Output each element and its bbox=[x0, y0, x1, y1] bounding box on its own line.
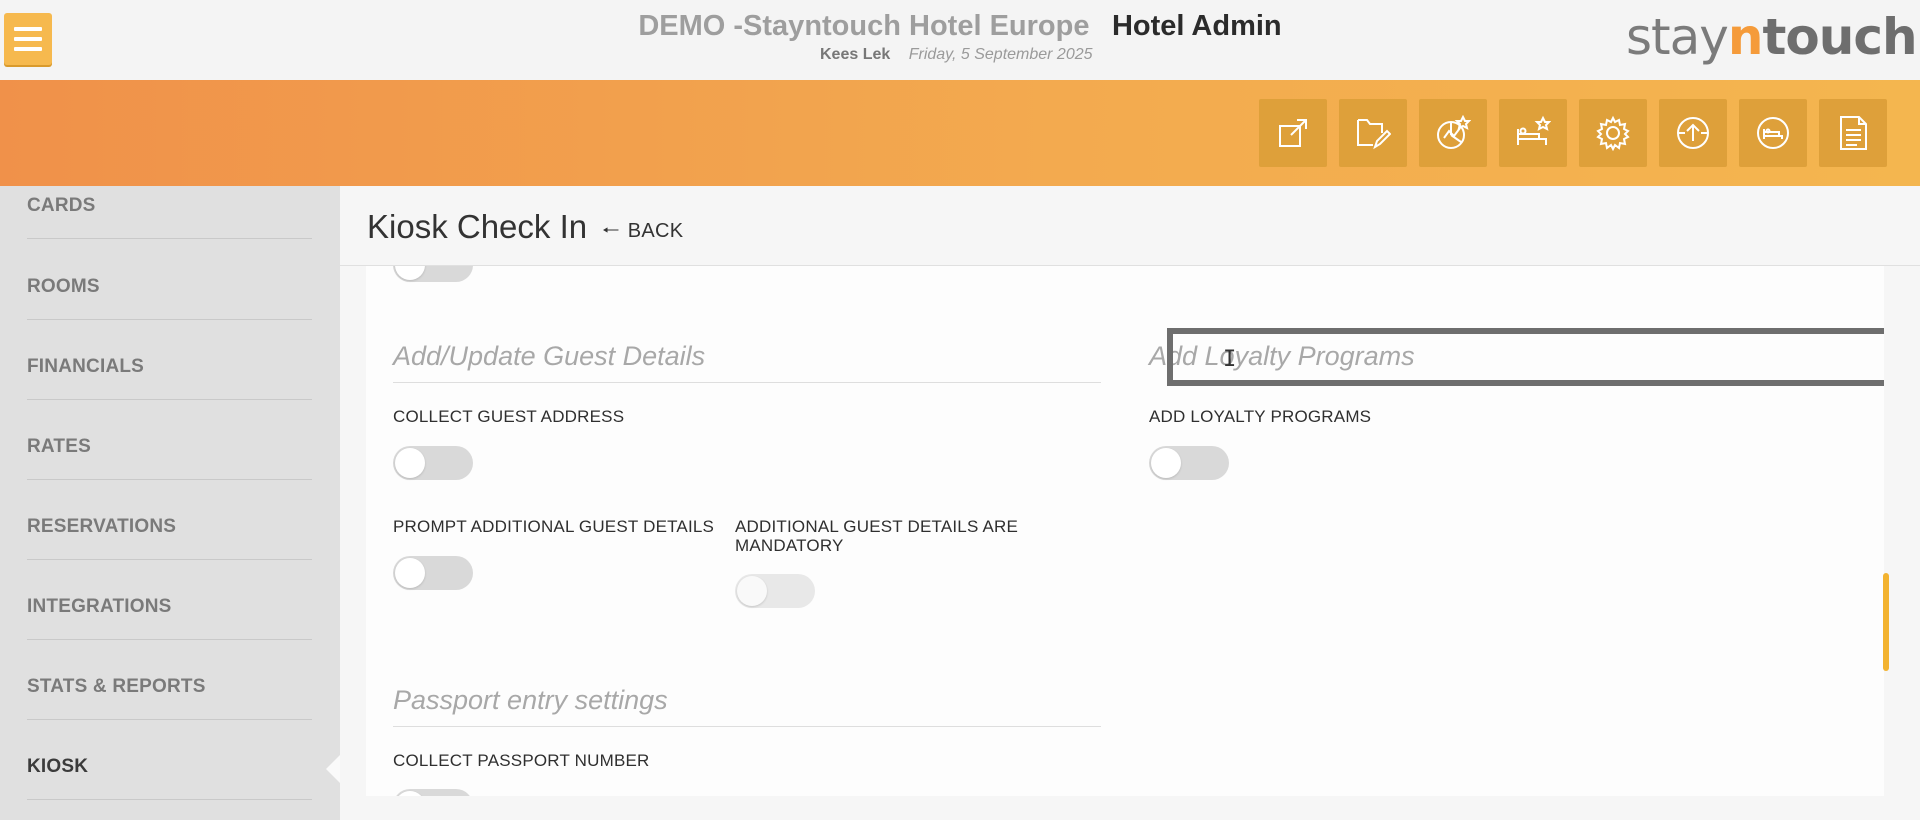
sidebar-item-label: FINANCIALS bbox=[27, 356, 145, 377]
header-subline: Kees Lek Friday, 5 September 2025 bbox=[820, 46, 1093, 64]
toggle-knob bbox=[737, 576, 767, 606]
logo-part-n: n bbox=[1727, 8, 1764, 66]
collect-guest-address-label: COLLECT GUEST ADDRESS bbox=[393, 407, 625, 426]
hamburger-menu-button[interactable] bbox=[4, 13, 52, 65]
sidebar-item-label: RATES bbox=[27, 436, 91, 457]
hotel-name: DEMO -Stayntouch Hotel Europe bbox=[638, 10, 1090, 42]
toggle-knob bbox=[395, 791, 425, 796]
sidebar-item-label: INTEGRATIONS bbox=[27, 596, 172, 617]
sidebar-item-label: ROOMS bbox=[27, 276, 100, 297]
sidebar-item-rates[interactable]: RATES bbox=[27, 400, 312, 480]
back-arrow-icon: 🠐 bbox=[602, 220, 620, 242]
logo-part-touch: touch bbox=[1762, 8, 1918, 66]
stayntouch-logo: stayntouch bbox=[1626, 8, 1918, 66]
settings-button[interactable] bbox=[1579, 99, 1647, 167]
hamburger-line bbox=[14, 27, 42, 31]
sidebar-item-label: CARDS bbox=[27, 195, 96, 216]
settings-card: Add/Update Guest Details COLLECT GUEST A… bbox=[366, 266, 1884, 796]
collect-guest-address-toggle[interactable] bbox=[393, 446, 473, 480]
toggle-switch[interactable] bbox=[393, 266, 473, 282]
additional-guest-details-mandatory-toggle[interactable] bbox=[735, 574, 815, 608]
upload-icon bbox=[1677, 117, 1709, 149]
top-bar: DEMO -Stayntouch Hotel Europe Hotel Admi… bbox=[0, 0, 1920, 80]
external-link-icon bbox=[1279, 119, 1307, 147]
external-link-button[interactable] bbox=[1259, 99, 1327, 167]
sidebar-item-rooms[interactable]: ROOMS bbox=[27, 240, 312, 320]
back-label: BACK bbox=[627, 220, 684, 242]
sidebar-item-integrations[interactable]: INTEGRATIONS bbox=[27, 560, 312, 640]
document-button[interactable] bbox=[1819, 99, 1887, 167]
page-title: Kiosk Check In bbox=[367, 208, 588, 245]
add-loyalty-programs-toggle[interactable] bbox=[1149, 446, 1229, 480]
sidebar-item-cards[interactable]: CARDS bbox=[27, 159, 312, 239]
hamburger-line bbox=[14, 47, 42, 51]
bed-star-icon bbox=[1517, 115, 1551, 145]
main-content: Kiosk Check In 🠐 BACK Add/Update Guest De… bbox=[340, 186, 1920, 820]
sidebar-item-kiosk[interactable]: KIOSK bbox=[27, 720, 312, 800]
admin-sidebar: CARDS ROOMS FINANCIALS RATES RESERVATION… bbox=[0, 186, 340, 820]
bed-star-button[interactable] bbox=[1499, 99, 1567, 167]
sidebar-item-label: KIOSK bbox=[27, 756, 89, 777]
page-header: Kiosk Check In 🠐 BACK bbox=[340, 186, 1920, 266]
prompt-additional-guest-details-label: PROMPT ADDITIONAL GUEST DETAILS bbox=[393, 517, 715, 536]
sidebar-item-stats-reports[interactable]: STATS & REPORTS bbox=[27, 640, 312, 720]
folder-edit-icon bbox=[1357, 119, 1391, 150]
sidebar-item-reservations[interactable]: RESERVATIONS bbox=[27, 480, 312, 560]
logo-part-stay: stay bbox=[1626, 8, 1729, 66]
sidebar-item-label: STATS & REPORTS bbox=[27, 676, 206, 697]
content-scrollbar[interactable] bbox=[1883, 573, 1889, 671]
prompt-additional-guest-details-toggle[interactable] bbox=[393, 556, 473, 590]
section-title-passport: Passport entry settings bbox=[393, 685, 1101, 727]
toggle-knob bbox=[395, 558, 425, 588]
back-button[interactable]: 🠐 BACK bbox=[602, 216, 683, 250]
upload-button[interactable] bbox=[1659, 99, 1727, 167]
current-date: Friday, 5 September 2025 bbox=[908, 46, 1093, 63]
sidebar-item-financials[interactable]: FINANCIALS bbox=[27, 320, 312, 400]
user-name: Kees Lek bbox=[820, 46, 891, 63]
chart-star-button[interactable] bbox=[1419, 99, 1487, 167]
toggle-knob bbox=[395, 266, 425, 280]
header-title: DEMO -Stayntouch Hotel Europe Hotel Admi… bbox=[620, 10, 1300, 43]
gear-icon bbox=[1596, 115, 1630, 151]
active-item-caret bbox=[326, 755, 340, 783]
chart-star-icon bbox=[1437, 115, 1471, 149]
hamburger-line bbox=[14, 37, 42, 41]
collect-passport-number-label: COLLECT PASSPORT NUMBER bbox=[393, 751, 650, 770]
bed-button[interactable] bbox=[1739, 99, 1807, 167]
module-name: Hotel Admin bbox=[1111, 10, 1282, 42]
collect-passport-number-toggle[interactable] bbox=[393, 789, 473, 796]
section-title-guest-details: Add/Update Guest Details bbox=[393, 341, 1101, 383]
add-loyalty-programs-label: ADD LOYALTY PROGRAMS bbox=[1149, 407, 1372, 426]
sidebar-item-label: RESERVATIONS bbox=[27, 516, 177, 537]
additional-guest-details-mandatory-label: ADDITIONAL GUEST DETAILS ARE MANDATORY bbox=[735, 517, 1019, 555]
focus-highlight-box bbox=[1167, 328, 1884, 386]
document-icon bbox=[1840, 116, 1867, 150]
folder-edit-button[interactable] bbox=[1339, 99, 1407, 167]
toggle-knob bbox=[395, 448, 425, 478]
bed-icon bbox=[1757, 117, 1789, 149]
toggle-knob bbox=[1151, 448, 1181, 478]
text-cursor-icon: I bbox=[1223, 347, 1237, 372]
